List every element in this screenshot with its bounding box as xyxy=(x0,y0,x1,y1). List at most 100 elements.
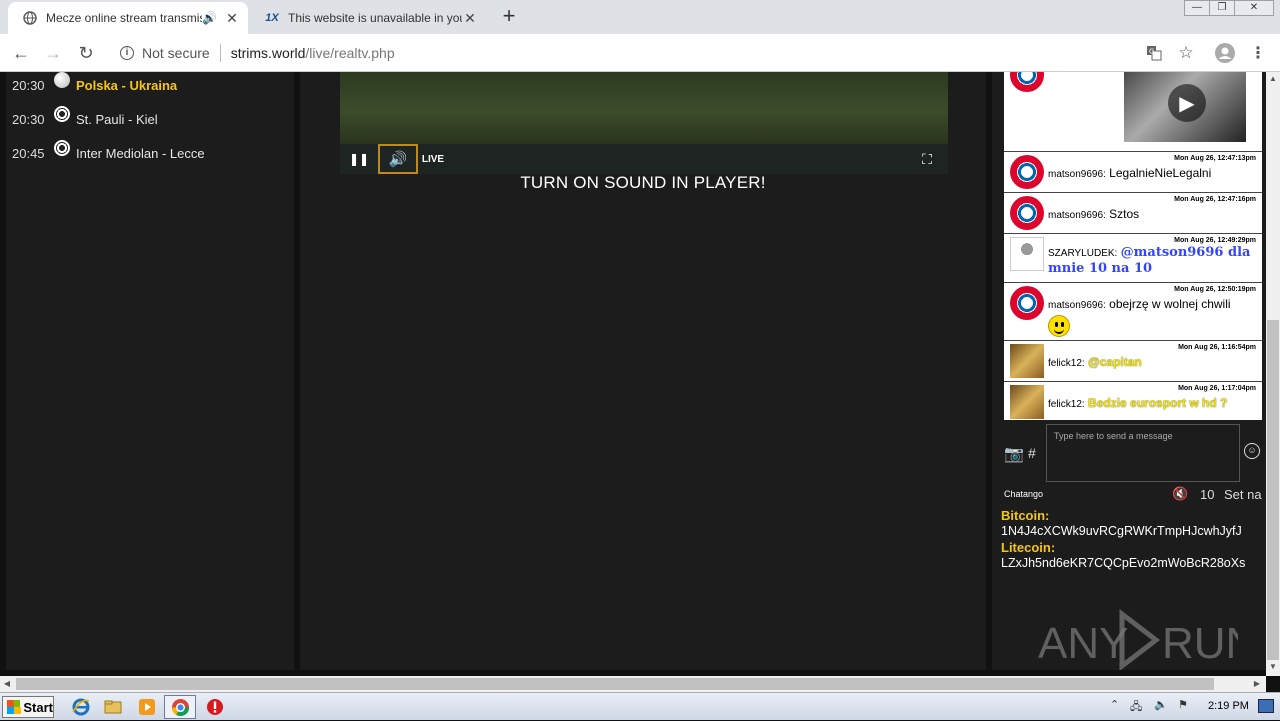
username: SZARYLUDEK: xyxy=(1048,248,1118,259)
start-button[interactable]: Start xyxy=(2,696,54,718)
match-row[interactable]: 20:30 St. Pauli - Kiel xyxy=(12,106,158,131)
chat-message: Mon Aug 26, 12:49:29pm SZARYLUDEK: @mats… xyxy=(1004,233,1262,281)
action-center-flag-icon[interactable]: ⚑ xyxy=(1178,698,1188,711)
media-player-icon[interactable] xyxy=(138,698,156,716)
hashtag-button[interactable]: # xyxy=(1028,445,1036,461)
chat-messages[interactable]: ▶ Mon Aug 26, 12:47:13pm matson9696: Leg… xyxy=(1004,72,1262,420)
antivirus-icon[interactable] xyxy=(206,698,224,716)
video-frame[interactable] xyxy=(340,72,948,144)
tab-title: Mecze online stream transmisje xyxy=(46,11,202,25)
translate-icon[interactable]: G xyxy=(1144,42,1164,64)
chat-message-input[interactable]: Type here to send a message xyxy=(1046,424,1240,482)
bitcoin-label: Bitcoin: xyxy=(1001,508,1050,523)
globe-icon xyxy=(22,10,38,26)
scroll-up-icon[interactable]: ▲ xyxy=(1266,72,1280,86)
scrollbar-thumb[interactable] xyxy=(1267,320,1279,660)
back-icon[interactable]: ← xyxy=(10,42,32,64)
tab-mecze-online[interactable]: Mecze online stream transmisje 🔊 ✕ xyxy=(8,2,248,34)
info-icon[interactable]: i xyxy=(120,46,134,60)
start-label: Start xyxy=(23,699,53,715)
maximize-button[interactable]: ❐ xyxy=(1209,0,1235,16)
profile-avatar-icon[interactable] xyxy=(1214,42,1236,64)
security-label: Not secure xyxy=(142,45,210,61)
scroll-down-icon[interactable]: ▼ xyxy=(1266,660,1280,674)
emoji-icon[interactable]: ☺ xyxy=(1244,443,1260,459)
player-controls: ❚❚ 🔊 LIVE ⛶ xyxy=(340,144,948,174)
avatar xyxy=(1010,344,1044,378)
set-name-link[interactable]: Set na xyxy=(1224,487,1262,502)
forward-icon[interactable]: → xyxy=(42,42,64,64)
chatango-brand[interactable]: Chatango xyxy=(1004,489,1043,499)
avatar xyxy=(1010,72,1044,92)
volume-icon[interactable]: 🔊 xyxy=(378,144,418,174)
fullscreen-icon[interactable]: ⛶ xyxy=(918,149,936,169)
message-text: LegalnieNieLegalni xyxy=(1109,166,1212,180)
message-body: matson9696: obejrzę w wolnej chwili xyxy=(1048,297,1256,341)
scroll-right-icon[interactable]: ▶ xyxy=(1250,677,1264,691)
avatar xyxy=(1010,237,1044,271)
avatar xyxy=(1010,196,1044,230)
camera-icon[interactable]: 📷 xyxy=(1004,444,1024,464)
browser-toolbar: ← → ↻ i Not secure strims.world /live/re… xyxy=(0,34,1280,72)
match-time: 20:30 xyxy=(12,111,45,127)
clock[interactable]: 2:19 PM xyxy=(1208,700,1249,712)
match-time: 20:30 xyxy=(12,77,45,93)
match-name[interactable]: St. Pauli - Kiel xyxy=(76,112,158,127)
windows-logo-icon xyxy=(7,700,22,714)
taskbar: Start ⌃ 🖧 🔈 ⚑ 2:19 PM xyxy=(0,692,1280,720)
anyrun-watermark-logo: ANY RUN xyxy=(1038,606,1257,672)
internet-explorer-icon[interactable] xyxy=(72,698,90,716)
mute-icon[interactable]: 🔇 xyxy=(1172,486,1188,502)
reload-icon[interactable]: ↻ xyxy=(75,42,97,64)
new-tab-button[interactable]: + xyxy=(498,5,520,27)
url-path: /live/realtv.php xyxy=(305,45,395,61)
video-thumbnail[interactable]: ▶ xyxy=(1124,72,1246,142)
pause-icon[interactable]: ❚❚ xyxy=(349,149,369,169)
user-count[interactable]: 10 xyxy=(1200,487,1214,502)
chat-input-row: 📷 # Type here to send a message ☺ xyxy=(1004,424,1262,482)
tab-audio-icon[interactable]: 🔊 xyxy=(202,11,217,25)
scrollbar-thumb[interactable] xyxy=(16,678,1214,690)
match-row[interactable]: 20:30 Polska - Ukraina xyxy=(12,72,177,97)
show-hidden-icons[interactable]: ⌃ xyxy=(1110,698,1119,711)
folder-icon[interactable] xyxy=(104,698,122,716)
live-label: LIVE xyxy=(421,153,445,165)
minimize-button[interactable]: — xyxy=(1184,0,1210,16)
white-ball-icon xyxy=(54,72,70,88)
bookmark-star-icon[interactable]: ☆ xyxy=(1176,42,1196,64)
sound-notice: TURN ON SOUND IN PLAYER! xyxy=(520,173,766,192)
avatar xyxy=(1010,385,1044,419)
svg-text:G: G xyxy=(1149,48,1154,56)
message-text: obejrzę w wolnej chwili xyxy=(1109,297,1231,311)
tab-unavailable[interactable]: 1X This website is unavailable in your c… xyxy=(250,2,486,34)
chat-message: Mon Aug 26, 1:16:54pm felick12: @capitan xyxy=(1004,340,1262,380)
message-text: @capitan xyxy=(1088,355,1142,369)
match-name[interactable]: Polska - Ukraina xyxy=(76,78,177,93)
horizontal-scrollbar[interactable]: ◀ ▶ xyxy=(0,676,1266,692)
username: matson9696: xyxy=(1048,210,1106,221)
player-panel: ❚❚ 🔊 LIVE ⛶ TURN ON SOUND IN PLAYER! xyxy=(300,72,986,670)
network-icon[interactable]: 🖧 xyxy=(1130,698,1142,717)
tab-close-icon[interactable]: ✕ xyxy=(224,10,240,27)
close-window-button[interactable]: ✕ xyxy=(1234,0,1274,16)
timestamp: Mon Aug 26, 12:47:16pm xyxy=(1174,196,1256,203)
message-text: Bedzie eurosport w hd ? xyxy=(1088,396,1228,410)
show-desktop-icon[interactable] xyxy=(1258,699,1274,713)
vertical-scrollbar[interactable]: ▲ ▼ xyxy=(1266,72,1280,676)
tab-title: This website is unavailable in your co xyxy=(288,11,462,25)
play-icon[interactable]: ▶ xyxy=(1168,84,1206,122)
menu-dots-icon[interactable]: ⋮ xyxy=(1250,42,1266,64)
volume-tray-icon[interactable]: 🔈 xyxy=(1154,698,1168,711)
chrome-taskbar-button[interactable] xyxy=(164,695,196,719)
username: felick12: xyxy=(1048,399,1085,410)
match-row[interactable]: 20:45 Inter Mediolan - Lecce xyxy=(12,140,205,165)
address-bar[interactable]: i Not secure strims.world /live/realtv.p… xyxy=(108,38,1108,68)
litecoin-address: LZxJh5nd6eKR7CQCpEvo2mWoBcR28oXs xyxy=(1001,556,1246,570)
chat-message: Mon Aug 26, 12:47:13pm matson9696: Legal… xyxy=(1004,151,1262,191)
scroll-left-icon[interactable]: ◀ xyxy=(0,677,14,691)
avatar xyxy=(1010,286,1044,320)
soccer-ball-icon xyxy=(54,140,70,156)
match-time: 20:45 xyxy=(12,145,45,161)
tab-close-icon[interactable]: ✕ xyxy=(462,10,478,27)
match-name[interactable]: Inter Mediolan - Lecce xyxy=(76,146,205,161)
